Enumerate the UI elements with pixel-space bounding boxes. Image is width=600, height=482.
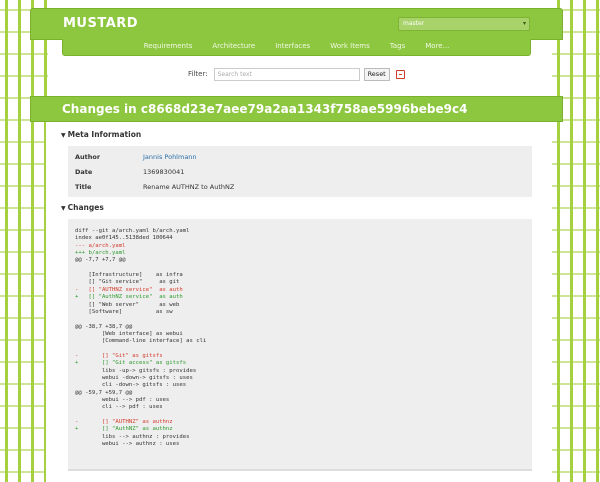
main-nav: Requirements Architecture Interfaces Wor… (62, 39, 531, 56)
diff-line: + [] "AuthNZ service" as auth (75, 294, 183, 301)
branch-select[interactable]: master ▾ (398, 17, 530, 31)
meta-info-table: Author Jannis Pohlmann Date 1369830041 T… (68, 146, 532, 197)
changes-section-toggle[interactable]: ▼ Changes (61, 203, 104, 212)
diff-line: [Infrastructure] as infra (75, 272, 183, 279)
nav-item-work-items[interactable]: Work Items (320, 39, 380, 55)
diff-line: - [] "AUTHNZ service" as auth (75, 286, 183, 293)
nav-item-architecture[interactable]: Architecture (202, 39, 265, 55)
triangle-down-icon: ▼ (61, 205, 66, 212)
triangle-down-icon: ▼ (61, 132, 66, 139)
diff-line: webui --> authnz : uses (75, 441, 180, 448)
diff-line: libs --> authnz : provides (75, 433, 190, 440)
diff-line: webui -down-> gitsfs : uses (75, 375, 193, 381)
diff-line: - [] "Git" as gitsfs (75, 352, 163, 359)
background-decoration-left (0, 0, 48, 482)
meta-key-author: Author (75, 153, 101, 161)
diff-line: [Command-line interface] as cli (75, 338, 207, 345)
diff-line: libs -up-> gitsfs : provides (75, 367, 197, 374)
app-header: MUSTARD master ▾ (30, 8, 563, 40)
diff-line: [] "Git service" as git (75, 279, 180, 286)
diff-line: index ae0f145..5138ded 100644 (75, 235, 173, 242)
reset-button[interactable]: Reset (363, 67, 390, 81)
main-content: ▼ Meta Information Author Jannis Pohlmann… (46, 122, 546, 482)
nav-item-more[interactable]: More... (415, 39, 459, 55)
diff-line: cli --> pdf : uses (75, 404, 163, 411)
meta-key-date: Date (75, 168, 93, 176)
meta-key-title: Title (75, 183, 92, 191)
page-title-bar: Changes in c8668d23e7aee79a2aa1343f758ae… (30, 96, 563, 122)
diff-line: +++ b/arch.yaml (75, 250, 126, 257)
diff-line: [Software] as sw (75, 308, 173, 315)
background-decoration-right (552, 0, 600, 482)
nav-item-interfaces[interactable]: Interfaces (265, 39, 320, 55)
meta-section-heading: Meta Information (67, 130, 142, 139)
diff-line: cli -down-> gitsfs : uses (75, 382, 187, 389)
meta-value-date: 1369830041 (143, 168, 185, 176)
filter-label: Filter: (188, 70, 208, 78)
app-logo[interactable]: MUSTARD (63, 16, 138, 31)
diff-line: --- a/arch.yaml (75, 242, 126, 249)
chevron-down-icon: ▾ (522, 20, 526, 27)
filter-bar: Filter: Search text Reset (188, 67, 405, 81)
filter-input[interactable]: Search text (213, 67, 360, 81)
diff-line: diff --git a/arch.yaml b/arch.yaml (75, 228, 190, 234)
meta-section-toggle[interactable]: ▼ Meta Information (61, 130, 141, 139)
diff-view: diff --git a/arch.yaml b/arch.yaml index … (68, 219, 532, 471)
diff-line: @@ -38,7 +38,7 @@ (75, 323, 133, 330)
diff-line: + [] "AuthNZ" as authnz (75, 426, 173, 433)
page-title: Changes in c8668d23e7aee79a2aa1343f758ae… (62, 102, 468, 116)
diff-line: [Web interface] as webui (75, 330, 183, 337)
diff-line: @@ -59,7 +59,7 @@ (75, 389, 133, 396)
diff-line: - [] "AUTHNZ" as authnz (75, 419, 173, 426)
nav-item-tags[interactable]: Tags (380, 39, 416, 55)
meta-value-title: Rename AUTHNZ to AuthNZ (143, 183, 235, 191)
changes-section-heading: Changes (67, 203, 104, 212)
diff-line: @@ -7,7 +7,7 @@ (75, 257, 126, 264)
branch-selected-value: master (403, 20, 425, 27)
author-link[interactable]: Jannis Pohlmann (143, 153, 197, 161)
nav-item-requirements[interactable]: Requirements (134, 39, 203, 55)
clear-filter-icon[interactable] (395, 69, 405, 79)
diff-line: [] "Web server" as web (75, 301, 180, 308)
diff-line: + [] "Git access" as gitsfs (75, 360, 187, 367)
diff-line: webui --> pdf : uses (75, 397, 170, 404)
